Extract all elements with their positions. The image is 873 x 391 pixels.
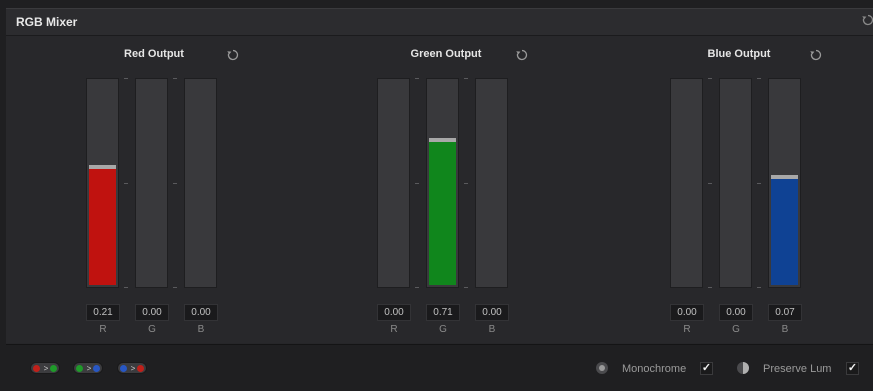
target-color-dot [137, 365, 144, 372]
monochrome-icon [596, 362, 608, 374]
rgb-mixer-panel: RGB Mixer Red Output 0.21 0.00 0.00 R G … [6, 8, 873, 391]
reset-blue-output-icon[interactable] [809, 48, 823, 62]
monochrome-checkbox[interactable]: ✓ [700, 362, 713, 375]
value-red-output-r[interactable]: 0.21 [86, 304, 120, 321]
mixer-body: Red Output 0.21 0.00 0.00 R G B Green Ou… [6, 36, 873, 343]
source-color-dot [76, 365, 83, 372]
scale-tick [415, 287, 419, 288]
scale-tick [415, 78, 419, 79]
scale-tick [464, 287, 468, 288]
slider-red-output-b[interactable] [184, 78, 217, 288]
scale-tick [124, 78, 128, 79]
channel-label-r: R [683, 324, 691, 335]
channel-label-r: R [99, 324, 107, 335]
channel-label-g: G [439, 324, 447, 335]
slider-blue-output-b[interactable] [768, 78, 801, 288]
reset-all-icon[interactable] [861, 13, 873, 27]
scale-tick [757, 287, 761, 288]
source-color-dot [33, 365, 40, 372]
preserve-lum-checkbox[interactable]: ✓ [846, 362, 859, 375]
channel-label-g: G [732, 324, 740, 335]
scale-tick [464, 78, 468, 79]
preset-red-to-green-button[interactable]: > [30, 362, 60, 374]
scale-tick [124, 183, 128, 184]
arrow-icon: > [86, 364, 92, 373]
target-color-dot [93, 365, 100, 372]
scale-tick [173, 287, 177, 288]
scale-tick [757, 183, 761, 184]
value-blue-output-b[interactable]: 0.07 [768, 304, 802, 321]
scale-tick [173, 183, 177, 184]
scale-tick [464, 183, 468, 184]
value-green-output-b[interactable]: 0.00 [475, 304, 509, 321]
reset-green-output-icon[interactable] [515, 48, 529, 62]
preset-blue-to-red-button[interactable]: > [117, 362, 147, 374]
channel-label-b: B [197, 324, 205, 335]
slider-blue-output-r[interactable] [670, 78, 703, 288]
scale-tick [708, 78, 712, 79]
value-green-output-g[interactable]: 0.71 [426, 304, 460, 321]
value-blue-output-g[interactable]: 0.00 [719, 304, 753, 321]
channel-label-g: G [148, 324, 156, 335]
slider-green-output-g[interactable] [426, 78, 459, 288]
reset-red-output-icon[interactable] [226, 48, 240, 62]
scale-tick [757, 78, 761, 79]
panel-title: RGB Mixer [16, 15, 78, 29]
preserve-lum-icon [737, 362, 749, 374]
value-green-output-r[interactable]: 0.00 [377, 304, 411, 321]
scale-tick [708, 183, 712, 184]
value-red-output-g[interactable]: 0.00 [135, 304, 169, 321]
target-color-dot [50, 365, 57, 372]
channel-label-b: B [781, 324, 789, 335]
slider-green-output-r[interactable] [377, 78, 410, 288]
scale-tick [415, 183, 419, 184]
channel-label-b: B [488, 324, 496, 335]
monochrome-label: Monochrome [622, 363, 687, 375]
channel-label-r: R [390, 324, 398, 335]
arrow-icon: > [130, 364, 136, 373]
value-blue-output-r[interactable]: 0.00 [670, 304, 704, 321]
scale-tick [173, 78, 177, 79]
group-label-green-output: Green Output [410, 48, 482, 60]
scale-tick [708, 287, 712, 288]
source-color-dot [120, 365, 127, 372]
group-label-blue-output: Blue Output [707, 48, 771, 60]
slider-red-output-g[interactable] [135, 78, 168, 288]
preserve-lum-label: Preserve Lum [763, 363, 832, 375]
slider-green-output-b[interactable] [475, 78, 508, 288]
panel-titlebar: RGB Mixer [6, 9, 873, 36]
arrow-icon: > [43, 364, 49, 373]
slider-blue-output-g[interactable] [719, 78, 752, 288]
mixer-footer: > > > Monochrome ✓ Preserve Lum ✓ [6, 344, 873, 391]
value-red-output-b[interactable]: 0.00 [184, 304, 218, 321]
scale-tick [124, 287, 128, 288]
group-label-red-output: Red Output [124, 48, 184, 60]
slider-red-output-r[interactable] [86, 78, 119, 288]
preset-green-to-blue-button[interactable]: > [73, 362, 103, 374]
